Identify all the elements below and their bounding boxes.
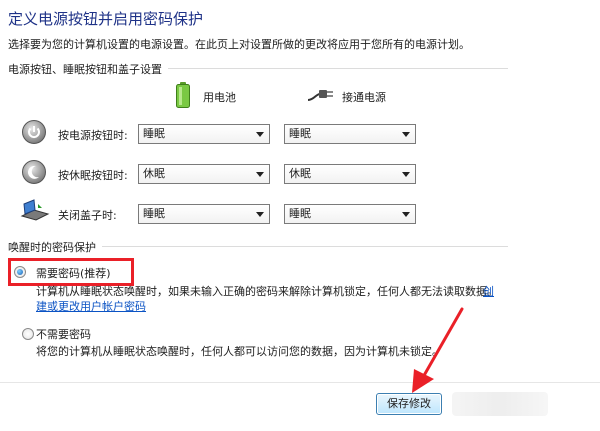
chevron-down-icon [256,172,264,177]
lid-close-label: 关闭盖子时: [58,209,117,222]
page-title: 定义电源按钮并启用密码保护 [8,10,204,28]
require-password-description: 计算机从睡眠状态唤醒时，如果未输入正确的密码来解除计算机锁定，任何人都无法读取数… [36,285,498,298]
sleep-icon [22,160,46,184]
sleep-button-plugged-select[interactable]: 休眠 [284,164,416,184]
power-section-title: 电源按钮、睡眠按钮和盖子设置 [8,61,168,77]
create-password-link[interactable]: 建或更改用户帐户密码 [36,298,146,314]
sleep-button-battery-select[interactable]: 休眠 [138,164,270,184]
sleep-button-label: 按休眠按钮时: [58,169,128,182]
red-arrow-icon [412,307,464,393]
highlight-box [8,258,134,286]
select-value: 睡眠 [143,207,165,220]
lid-close-battery-select[interactable]: 睡眠 [138,204,270,224]
no-password-radio[interactable] [22,328,34,340]
lid-close-plugged-select[interactable]: 睡眠 [284,204,416,224]
select-value: 休眠 [289,167,311,180]
select-value: 休眠 [143,167,165,180]
power-button-label: 按电源按钮时: [58,129,128,142]
chevron-down-icon [402,212,410,217]
chevron-down-icon [256,132,264,137]
page-description: 选择要为您的计算机设置的电源设置。在此页上对设置所做的更改将应用于您所有的电源计… [8,38,470,51]
laptop-lid-icon [20,198,50,222]
select-value: 睡眠 [143,127,165,140]
plugged-column-label: 接通电源 [342,91,386,104]
power-button-plugged-select[interactable]: 睡眠 [284,124,416,144]
create-password-link-start[interactable]: 创 [483,283,494,299]
chevron-down-icon [402,132,410,137]
chevron-down-icon [402,172,410,177]
power-icon [22,120,46,144]
power-button-battery-select[interactable]: 睡眠 [138,124,270,144]
select-value: 睡眠 [289,207,311,220]
password-section-title: 唤醒时的密码保护 [8,239,102,255]
battery-column-label: 用电池 [203,91,236,104]
no-password-description: 将您的计算机从睡眠状态唤醒时，任何人都可以访问您的数据，因为计算机未锁定。 [36,345,443,358]
power-plug-icon [306,86,334,102]
select-value: 睡眠 [289,127,311,140]
no-password-label[interactable]: 不需要密码 [36,326,91,342]
chevron-down-icon [256,212,264,217]
battery-icon [176,82,190,108]
